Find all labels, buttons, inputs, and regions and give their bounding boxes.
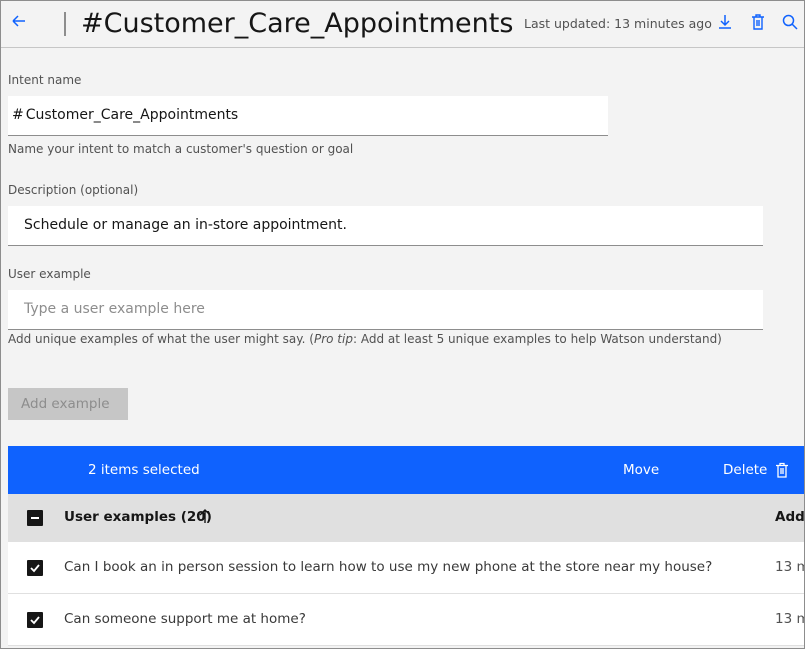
description-label: Description (optional)	[8, 183, 139, 197]
intent-name-value: Customer_Care_Appointments	[25, 107, 239, 123]
user-example-placeholder: Type a user example here	[24, 301, 205, 317]
added-date: 13 m	[775, 611, 804, 627]
added-column-header[interactable]: Adde	[775, 509, 804, 525]
row-checkbox[interactable]	[27, 560, 43, 576]
page-title: #Customer_Care_Appointments	[81, 8, 514, 39]
table-header-row: User examples (20) Adde	[8, 494, 804, 542]
back-arrow-icon[interactable]	[9, 11, 33, 35]
move-button[interactable]: Move	[623, 462, 659, 478]
added-date: 13 m	[775, 559, 804, 575]
user-example-text: Can someone support me at home?	[64, 611, 306, 627]
user-example-text: Can I book an in person session to learn…	[64, 559, 713, 575]
trash-icon[interactable]	[774, 462, 790, 478]
description-input[interactable]: Schedule or manage an in-store appointme…	[8, 206, 763, 246]
page-header: #Customer_Care_Appointments Last updated…	[1, 1, 804, 48]
intent-name-label: Intent name	[8, 73, 82, 87]
app-window: #Customer_Care_Appointments Last updated…	[0, 0, 805, 649]
row-checkbox[interactable]	[27, 612, 43, 628]
user-examples-header[interactable]: User examples (20)	[64, 509, 212, 525]
user-example-label: User example	[8, 267, 91, 281]
table-row[interactable]: Can I book an in person session to learn…	[8, 542, 804, 594]
add-example-button[interactable]: Add example	[8, 388, 128, 420]
last-updated-text: Last updated: 13 minutes ago	[524, 16, 712, 31]
search-icon[interactable]	[781, 13, 801, 33]
intent-name-input[interactable]: # Customer_Care_Appointments	[8, 96, 608, 136]
user-example-helper: Add unique examples of what the user mig…	[8, 332, 722, 346]
intent-helper-text: Name your intent to match a customer's q…	[8, 142, 354, 156]
select-all-checkbox[interactable]	[27, 510, 43, 526]
sort-arrow-up-icon[interactable]	[198, 508, 212, 524]
hash-prefix: #	[12, 107, 24, 123]
table-row[interactable]: Can someone support me at home? 13 m	[8, 594, 804, 646]
trash-icon[interactable]	[749, 13, 769, 33]
description-value: Schedule or manage an in-store appointme…	[24, 217, 347, 233]
delete-button[interactable]: Delete	[723, 462, 767, 478]
header-divider	[64, 12, 66, 36]
user-example-input[interactable]: Type a user example here	[8, 290, 763, 330]
batch-action-bar: 2 items selected Move Delete	[8, 446, 804, 494]
items-selected-text: 2 items selected	[88, 462, 200, 478]
download-icon[interactable]	[716, 13, 736, 33]
